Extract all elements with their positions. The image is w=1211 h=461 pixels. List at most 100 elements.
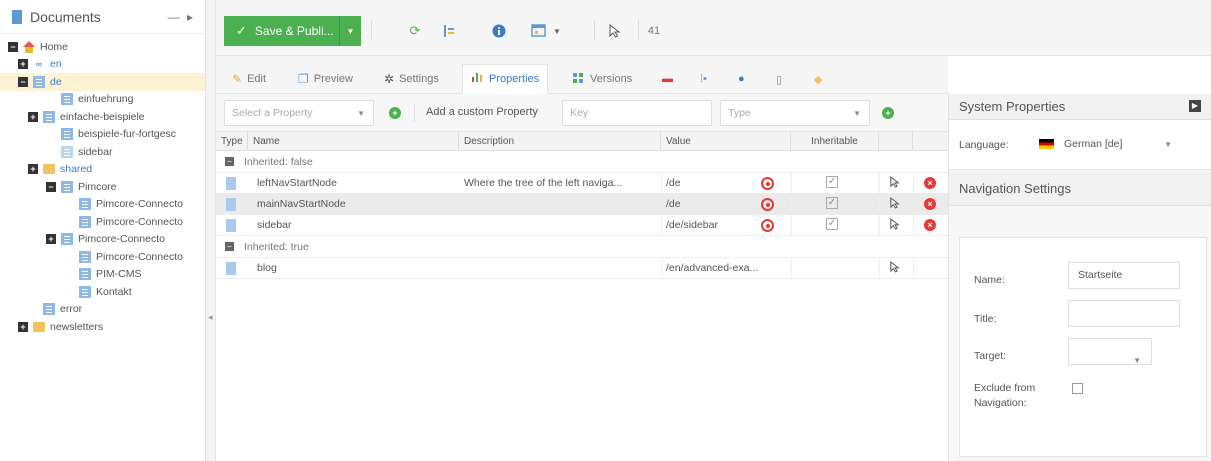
properties-icon	[471, 71, 484, 86]
tree-node-label: Pimcore	[78, 180, 117, 193]
open-cursor-icon[interactable]	[890, 217, 900, 233]
tree-header-controls[interactable]: — ▸	[168, 10, 195, 24]
german-flag-icon	[1039, 139, 1054, 149]
toolbar-separator	[371, 20, 372, 40]
tab-dependencies-icon[interactable]: ⁞▪	[700, 64, 707, 94]
collapse-panel-icon[interactable]: ▶	[1189, 100, 1201, 112]
group-row[interactable]: − Inherited: false	[216, 151, 948, 173]
tree-node[interactable]: error	[0, 301, 205, 319]
tree-node[interactable]: − Pimcore	[0, 178, 205, 196]
inheritable-checkbox[interactable]: ✓	[826, 176, 838, 188]
tree-node[interactable]: beispiele-fur-fortgesc	[0, 126, 205, 144]
template-menu-icon[interactable]: ▼	[526, 18, 566, 44]
document-tree-panel: Documents — ▸ − Home + ∞ en − de einfuehrung + ei…	[0, 0, 206, 461]
tab-reports-icon[interactable]: ●	[738, 64, 745, 94]
tree-node[interactable]: + newsletters	[0, 318, 205, 336]
tab-properties[interactable]: Properties	[462, 64, 549, 94]
tab-properties-label: Properties	[489, 72, 540, 85]
add-custom-property-icon[interactable]: +	[882, 107, 894, 119]
tree-node[interactable]: − Home	[0, 38, 205, 56]
tab-tag-icon[interactable]: ◆	[814, 64, 822, 94]
column-inheritable[interactable]: Inheritable	[791, 132, 879, 151]
table-row[interactable]: sidebar/de/sidebar ✓ ×	[216, 215, 948, 236]
show-in-tree-icon[interactable]	[438, 18, 460, 44]
property-description[interactable]	[459, 215, 659, 236]
save-options-dropdown[interactable]: ▼	[339, 16, 361, 46]
nav-name-input[interactable]: Startseite	[1068, 262, 1180, 289]
property-type-select[interactable]: Type ▼	[720, 100, 870, 126]
reload-icon[interactable]: ⟳	[404, 18, 426, 44]
collapse-arrow-icon: ◂	[208, 312, 213, 322]
tab-versions[interactable]: Versions	[572, 64, 632, 94]
expand-icon[interactable]: +	[28, 164, 38, 175]
nav-target-select[interactable]: ▼	[1068, 338, 1152, 365]
cursor-icon[interactable]	[604, 18, 626, 44]
chevron-down-icon: ▼	[1133, 356, 1141, 365]
tree-node[interactable]: Kontakt	[0, 283, 205, 301]
table-row[interactable]: blog/en/advanced-exa...	[216, 258, 948, 279]
collapse-icon[interactable]: −	[225, 157, 234, 166]
inheritable-checkbox[interactable]: ✓	[826, 218, 838, 230]
tree-node[interactable]: + Pimcore-Connecto	[0, 231, 205, 249]
property-description[interactable]: Where the tree of the left naviga...	[459, 173, 659, 194]
delete-icon[interactable]: ×	[924, 198, 936, 210]
type-placeholder: Type	[728, 107, 751, 119]
target-icon[interactable]	[761, 198, 774, 211]
add-property-icon[interactable]: +	[389, 107, 401, 119]
collapse-icon[interactable]: −	[225, 242, 234, 251]
nav-exclude-checkbox[interactable]	[1072, 383, 1083, 394]
column-type[interactable]: Type	[216, 132, 248, 151]
tree-node[interactable]: + einfache-beispiele	[0, 108, 205, 126]
open-cursor-icon[interactable]	[890, 260, 900, 276]
save-publish-button[interactable]: ✓ Save & Publi... ▼	[224, 16, 361, 46]
property-name[interactable]: mainNavStartNode	[252, 194, 452, 215]
open-cursor-icon[interactable]	[890, 196, 900, 212]
tab-edit[interactable]: ✎ Edit	[232, 64, 266, 94]
open-cursor-icon[interactable]	[890, 175, 900, 191]
tree-collapse-handle[interactable]: ◂	[206, 0, 216, 461]
group-row[interactable]: − Inherited: true	[216, 236, 948, 258]
column-value[interactable]: Value	[661, 132, 791, 151]
delete-icon[interactable]: ×	[924, 219, 936, 231]
tree-node[interactable]: + ∞ en	[0, 56, 205, 74]
tab-schedule-icon[interactable]: ▬	[662, 64, 673, 94]
inheritable-checkbox[interactable]: ✓	[826, 197, 838, 209]
collapse-icon[interactable]: −	[18, 76, 28, 87]
tab-settings[interactable]: ✲ Settings	[384, 64, 439, 94]
tree-node[interactable]: Pimcore-Connecto	[0, 248, 205, 266]
table-row[interactable]: leftNavStartNode Where the tree of the le…	[216, 173, 948, 194]
property-name[interactable]: sidebar	[252, 215, 452, 236]
expand-icon[interactable]: +	[46, 234, 56, 245]
column-description[interactable]: Description	[459, 132, 661, 151]
property-value[interactable]: /en/advanced-exa...	[661, 258, 786, 279]
collapse-icon[interactable]: −	[8, 41, 18, 52]
nav-title-input[interactable]	[1068, 300, 1180, 327]
target-icon[interactable]	[761, 177, 774, 190]
column-name[interactable]: Name	[248, 132, 459, 151]
tree-node[interactable]: Pimcore-Connecto	[0, 196, 205, 214]
tree-node[interactable]: − de	[0, 73, 205, 91]
property-key-input[interactable]: Key	[562, 100, 712, 126]
expand-icon[interactable]: +	[18, 59, 28, 70]
tree-node-label: einfache-beispiele	[60, 110, 145, 123]
expand-icon[interactable]: +	[18, 321, 28, 332]
tree-node[interactable]: Pimcore-Connecto	[0, 213, 205, 231]
property-name[interactable]: leftNavStartNode	[252, 173, 452, 194]
delete-icon[interactable]: ×	[924, 177, 936, 189]
property-select[interactable]: Select a Property ▼	[224, 100, 374, 126]
tree-node[interactable]: einfuehrung	[0, 91, 205, 109]
property-name[interactable]: blog	[252, 258, 452, 279]
target-icon[interactable]	[761, 219, 774, 232]
expand-icon[interactable]: +	[28, 111, 38, 122]
tree-node[interactable]: PIM-CMS	[0, 266, 205, 284]
language-select[interactable]: German [de] ▼	[1033, 131, 1178, 157]
property-description[interactable]	[459, 258, 659, 279]
info-icon[interactable]	[488, 18, 510, 44]
collapse-icon[interactable]: −	[46, 181, 56, 192]
table-row[interactable]: mainNavStartNode/de ✓ ×	[216, 194, 948, 215]
tab-notes-icon[interactable]: ▯	[776, 64, 782, 94]
tree-node[interactable]: + shared	[0, 161, 205, 179]
tree-node[interactable]: sidebar	[0, 143, 205, 161]
tab-preview[interactable]: ❐ Preview	[298, 64, 353, 94]
property-description[interactable]	[459, 194, 659, 215]
